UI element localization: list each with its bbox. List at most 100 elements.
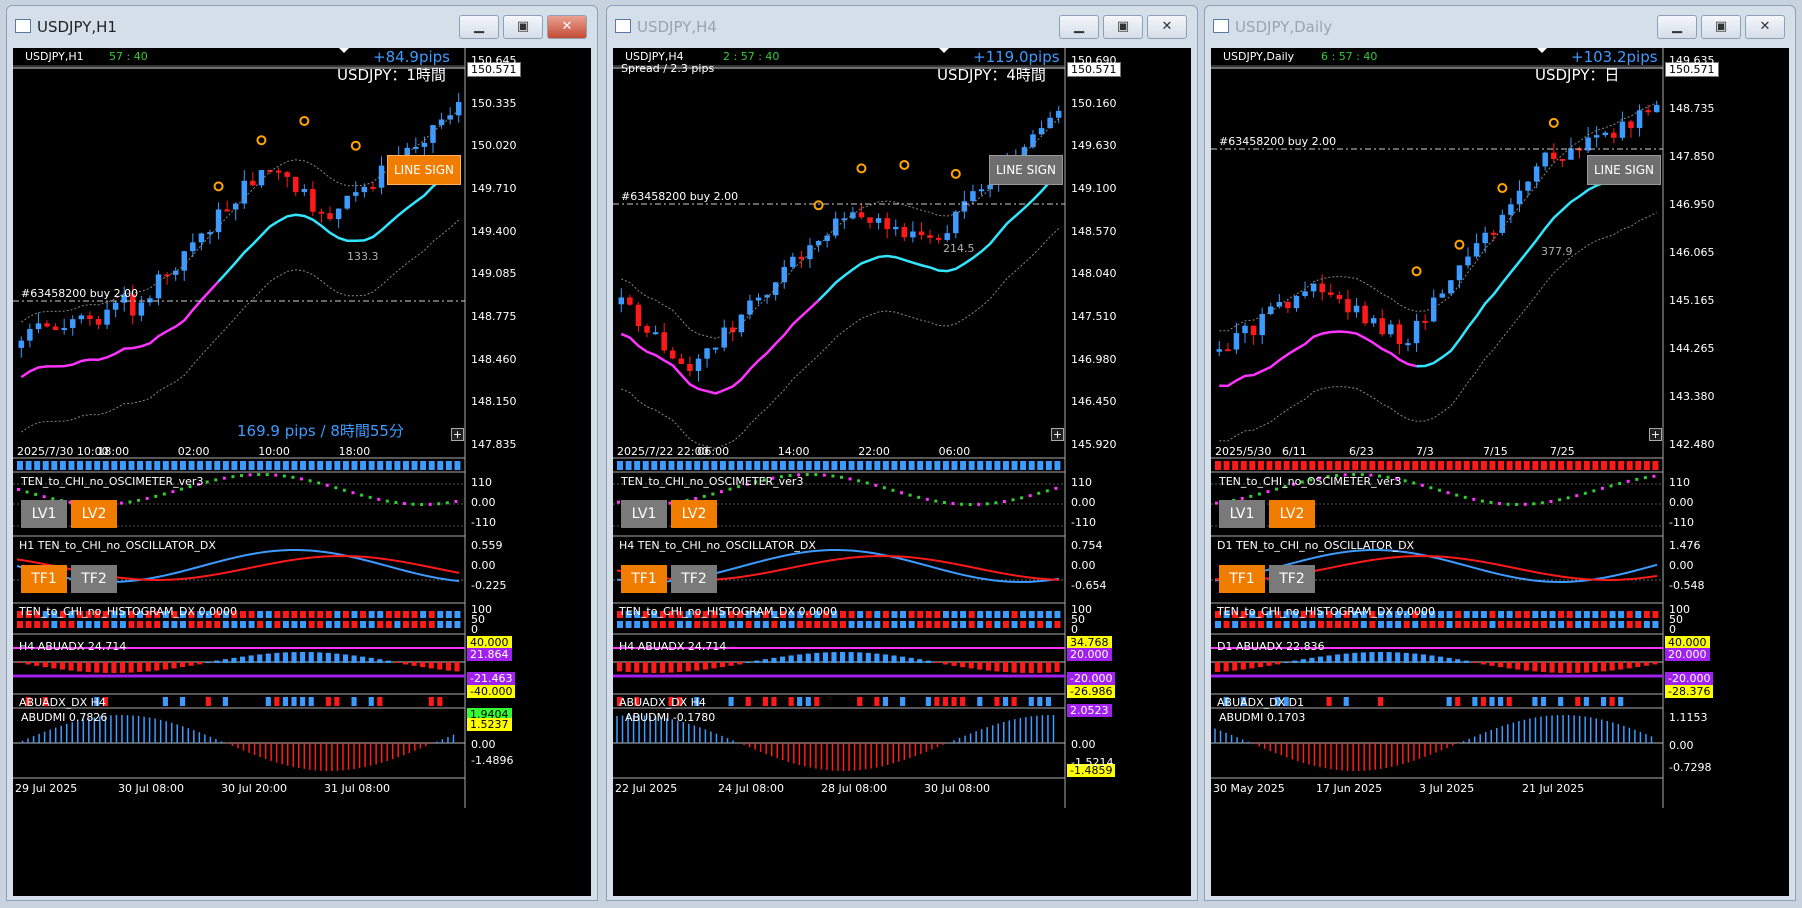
- lv2-button[interactable]: LV2: [1269, 500, 1315, 528]
- close-button[interactable]: ✕: [1147, 15, 1187, 39]
- window-titlebar[interactable]: USDJPY,H1 ▁ ▣ ✕: [7, 6, 597, 48]
- hist-block: [865, 611, 872, 618]
- hist-block: [848, 611, 855, 618]
- adxdx-block: [951, 697, 957, 706]
- hist-block: [377, 611, 384, 618]
- tf2-button[interactable]: TF2: [1269, 565, 1315, 593]
- hist-block: [1635, 621, 1642, 628]
- line-sign-button[interactable]: LINE SIGN: [989, 155, 1063, 185]
- hist-block: [1575, 621, 1582, 628]
- tf2-button[interactable]: TF2: [71, 565, 117, 593]
- strip-block: [874, 461, 881, 470]
- strip-block: [59, 461, 66, 470]
- price-axis-label: 143.380: [1669, 390, 1715, 403]
- osc1-dot: [711, 492, 715, 496]
- chart-window-icon: [1213, 19, 1229, 33]
- osc1-dot: [42, 495, 46, 499]
- hist-block: [968, 611, 975, 618]
- osc2-axis-label: 0.00: [471, 559, 496, 572]
- osc1-dot: [865, 481, 869, 485]
- hist-block: [68, 621, 75, 628]
- hist-block: [942, 621, 949, 628]
- tf1-button[interactable]: TF1: [1219, 565, 1265, 593]
- adx-bar: [1403, 652, 1409, 663]
- line-sign-button[interactable]: LINE SIGN: [387, 155, 461, 185]
- price-axis-label: 142.480: [1669, 438, 1715, 451]
- hist-block: [994, 611, 1001, 618]
- strip-block: [1463, 461, 1470, 470]
- minimize-button[interactable]: ▁: [459, 15, 499, 39]
- time-axis-label: 2025/7/22 22:00: [617, 445, 709, 458]
- time-axis-label: 2025/5/30: [1215, 445, 1272, 458]
- hist-title: TEN_to_CHI_no_HISTOGRAM_DX 0.0000: [19, 605, 237, 618]
- adxdx-block: [1377, 697, 1384, 706]
- hist-block: [874, 611, 881, 618]
- candle-body: [1525, 181, 1531, 191]
- strip-block: [1446, 461, 1453, 470]
- tf1-button[interactable]: TF1: [621, 565, 667, 593]
- close-button[interactable]: ✕: [1745, 15, 1785, 39]
- adx-bar: [951, 662, 957, 666]
- adxdx-block: [1506, 697, 1512, 706]
- maximize-button[interactable]: ▣: [1701, 15, 1741, 39]
- lv1-button[interactable]: LV1: [21, 500, 67, 528]
- hist-block: [171, 621, 178, 628]
- lv1-button[interactable]: LV1: [1219, 500, 1265, 528]
- close-button[interactable]: ✕: [547, 15, 587, 39]
- hist-block: [1480, 611, 1487, 618]
- hist-block: [1575, 611, 1582, 618]
- chart-window-h4[interactable]: USDJPY,H4 ▁ ▣ ✕ USDJPY,H4 2 : 57 : 40 +119…: [606, 5, 1198, 901]
- candle-body: [361, 186, 368, 193]
- hist-block: [1583, 611, 1590, 618]
- osc1-dot: [1609, 484, 1613, 488]
- window-titlebar[interactable]: USDJPY,H4 ▁ ▣ ✕: [607, 6, 1197, 48]
- strip-block: [205, 461, 212, 470]
- osc1-axis-label: 0.00: [1071, 496, 1096, 509]
- expand-icon[interactable]: +: [1051, 428, 1064, 441]
- hist-block: [1002, 621, 1009, 628]
- hist-block: [848, 621, 855, 628]
- hist-block: [1498, 621, 1505, 628]
- dmi-axis-label: -1.4896: [471, 754, 514, 767]
- hist-block: [840, 621, 847, 628]
- hist-block: [634, 621, 641, 628]
- date-axis-label: 22 Jul 2025: [615, 782, 678, 795]
- strip-block: [1037, 461, 1044, 470]
- hist-block: [822, 621, 829, 628]
- chart-canvas[interactable]: USDJPY,Daily 6 : 57 : 40 +103.2pips USDJPY：…: [1211, 48, 1789, 896]
- chart-window-daily[interactable]: USDJPY,Daily ▁ ▣ ✕ USDJPY,Daily 6 : 57 : …: [1204, 5, 1796, 901]
- candle-body: [1465, 256, 1471, 266]
- chart-canvas[interactable]: USDJPY,H1 57 : 40 +84.9pips USDJPY：1時間 150.5…: [13, 48, 591, 896]
- candle-body: [224, 209, 230, 212]
- minimize-button[interactable]: ▁: [1657, 15, 1697, 39]
- tf2-button[interactable]: TF2: [671, 565, 717, 593]
- lv2-button[interactable]: LV2: [671, 500, 717, 528]
- tf1-button[interactable]: TF1: [21, 565, 67, 593]
- upper-band: [621, 118, 1060, 339]
- hist-block: [1420, 621, 1427, 628]
- adx-bar: [754, 660, 760, 663]
- lv2-button[interactable]: LV2: [71, 500, 117, 528]
- strip-block: [805, 461, 812, 470]
- expand-icon[interactable]: +: [451, 428, 464, 441]
- expand-icon[interactable]: +: [1649, 428, 1662, 441]
- price-axis-label: 148.735: [1669, 102, 1715, 115]
- hist-block: [162, 621, 169, 628]
- strip-block: [334, 461, 341, 470]
- adx-bar: [1223, 662, 1229, 672]
- hist-block: [308, 621, 315, 628]
- adx-bar: [1249, 662, 1255, 669]
- line-sign-button[interactable]: LINE SIGN: [1587, 155, 1661, 185]
- maximize-button[interactable]: ▣: [503, 15, 543, 39]
- hist-block: [677, 621, 684, 628]
- hist-block: [85, 621, 92, 628]
- hist-block: [1028, 621, 1035, 628]
- lv1-button[interactable]: LV1: [621, 500, 667, 528]
- window-titlebar[interactable]: USDJPY,Daily ▁ ▣ ✕: [1205, 6, 1795, 48]
- adx-bar: [1037, 662, 1043, 673]
- minimize-button[interactable]: ▁: [1059, 15, 1099, 39]
- chart-canvas[interactable]: USDJPY,H4 2 : 57 : 40 +119.0pips USDJPY：4時間…: [613, 48, 1191, 896]
- maximize-button[interactable]: ▣: [1103, 15, 1143, 39]
- chart-window-h1[interactable]: USDJPY,H1 ▁ ▣ ✕ USDJPY,H1 57 : 40 +84.9pip…: [6, 5, 598, 901]
- maximize-icon: ▣: [1714, 19, 1728, 34]
